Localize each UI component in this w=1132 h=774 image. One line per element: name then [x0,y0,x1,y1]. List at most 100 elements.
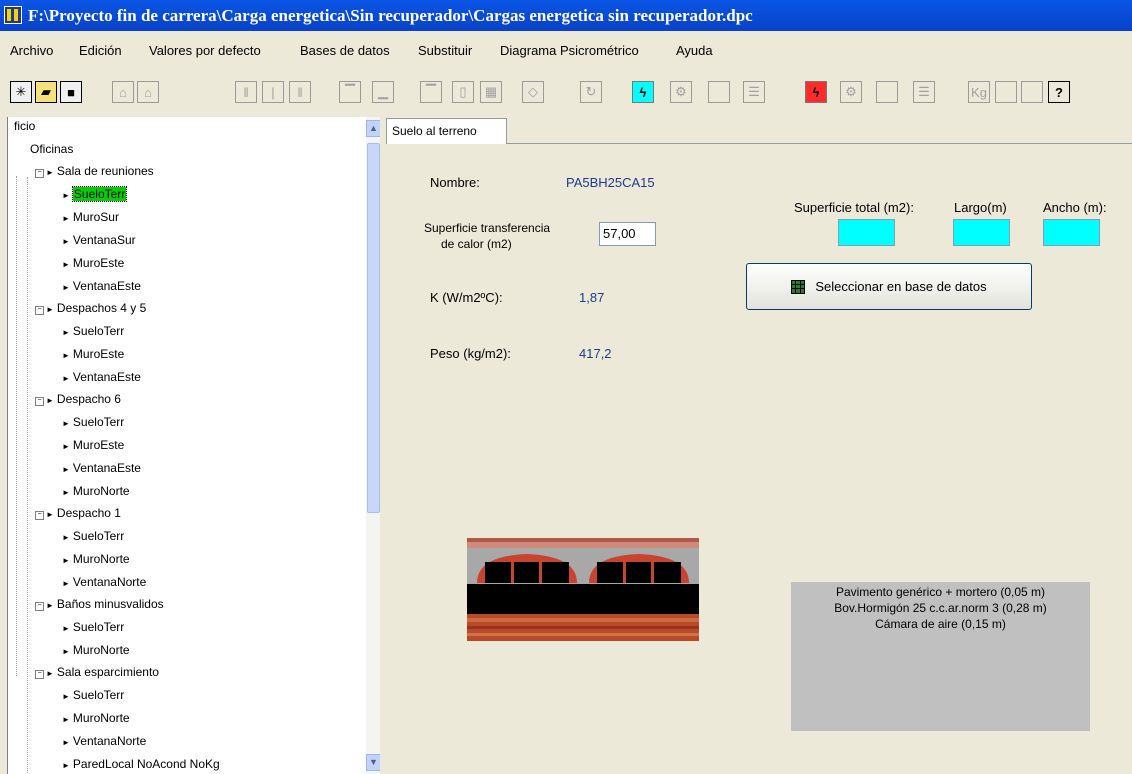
floor-icon[interactable]: ▁ [372,81,394,103]
window-title: F:\Proyecto fin de carrera\Carga energet… [28,6,753,25]
tab-suelo-al-terreno[interactable]: Suelo al terreno [386,118,507,144]
menu-substituir[interactable]: Substituir [418,43,472,58]
largo-input[interactable] [953,219,1010,246]
arrow-icon: ► [62,191,70,200]
blank-button[interactable] [708,81,730,103]
tree-item-suelo-terr[interactable]: ► SueloTerr [62,323,124,341]
superficie-total-input[interactable] [838,219,895,246]
report-2-icon[interactable]: ☰ [913,81,935,103]
collapse-icon[interactable]: − [35,306,44,315]
door-icon[interactable]: ▯ [452,81,474,103]
calc-gear-icon[interactable]: ⚙ [670,81,692,103]
arrow-icon: ► [62,374,70,383]
refresh-icon[interactable]: ↻ [580,81,602,103]
tree-item-muro-sur[interactable]: ► MuroSur [62,209,119,227]
menu-bar: Archivo Edición Valores por defecto Base… [0,31,1132,71]
tree-item-suelo-terr[interactable]: ► SueloTerr [62,619,124,637]
layers-description: Pavimento genérico + mortero (0,05 m) Bo… [791,582,1090,731]
kg-button[interactable]: Kg [968,81,990,103]
floor-section-image [467,538,699,641]
scroll-up-icon[interactable]: ▲ [366,120,380,137]
menu-bases-de-datos[interactable]: Bases de datos [300,43,390,58]
menu-diagrama-psicrometrico[interactable]: Diagrama Psicrométrico [500,43,639,58]
wall-double-icon[interactable]: ‖ [289,81,311,103]
select-database-button[interactable]: Seleccionar en base de datos [746,263,1032,310]
peso-label: Peso (kg/m2): [430,346,511,361]
superficie-label-units: de calor (m2) [441,237,512,251]
tree-item-sala-reuniones[interactable]: − ► Sala de reuniones [35,163,154,181]
superficie-input[interactable]: 57,00 [599,222,656,246]
tree-item-despacho-6[interactable]: − ► Despacho 6 [35,391,121,409]
tree-item-muro-este[interactable]: ► MuroEste [62,346,124,364]
collapse-icon[interactable]: − [35,397,44,406]
building-icon[interactable]: ⌂ [112,81,134,103]
scroll-thumb[interactable] [367,143,380,513]
tree-item-muro-norte[interactable]: ► MuroNorte [62,483,130,501]
wall-icon[interactable]: ‖ [235,81,257,103]
tree-item-muro-norte[interactable]: ► MuroNorte [62,551,130,569]
tree-item-suelo-terr[interactable]: ► SueloTerr [62,687,124,705]
blank-button-2[interactable] [876,81,898,103]
tree-item-suelo-terr[interactable]: ► SueloTerr [62,528,124,546]
roof-icon[interactable]: ▔ [339,81,361,103]
arrow-icon: ► [62,260,70,269]
superficie-total-label: Superficie total (m2): [794,200,914,215]
superficie-label: Superficie transferencia [424,221,551,235]
arrow-icon: ► [46,669,54,678]
menu-archivo[interactable]: Archivo [10,43,53,58]
collapse-icon[interactable]: − [35,169,44,178]
report-icon[interactable]: ☰ [743,81,765,103]
arrow-icon: ► [62,647,70,656]
tree-item-suelo-terr[interactable]: ► SueloTerr [62,414,124,432]
blank-button-4[interactable] [1021,81,1043,103]
tree-item-muro-norte[interactable]: ► MuroNorte [62,710,130,728]
tree-item-ventana-este[interactable]: ► VentanaEste [62,460,141,478]
peso-value: 417,2 [579,346,612,361]
tree-item-ventana-este[interactable]: ► VentanaEste [62,369,141,387]
ancho-input[interactable] [1043,219,1100,246]
diamond-icon[interactable]: ◇ [522,81,544,103]
tree-item-suelo-terr[interactable]: ► SueloTerr [62,186,128,204]
collapse-icon[interactable]: − [35,670,44,679]
column-icon[interactable]: | [262,81,284,103]
arrow-icon: ► [46,168,54,177]
house-icon[interactable]: ⌂ [137,81,159,103]
new-file-icon[interactable]: ✳ [10,81,32,103]
arrow-icon: ► [62,419,70,428]
arrow-icon: ► [62,328,70,337]
tree-item-oficinas[interactable]: Oficinas [30,141,73,157]
tree-item-muro-este[interactable]: ► MuroEste [62,255,124,273]
tree-scrollbar[interactable]: ▲ ▼ [366,117,380,774]
tree-item-ventana-este[interactable]: ► VentanaEste [62,278,141,296]
tree-item-banos-minusvalidos[interactable]: − ► Baños minusvalidos [35,596,164,614]
calc-bolt-icon[interactable]: ϟ [632,81,654,103]
tree-item-ventana-sur[interactable]: ► VentanaSur [62,232,136,250]
tree-item-ventana-norte[interactable]: ► VentanaNorte [62,574,146,592]
scroll-down-icon[interactable]: ▼ [366,754,380,771]
tree-item-despacho-1[interactable]: − ► Despacho 1 [35,505,121,523]
tab-divider [507,143,1132,144]
menu-valores-por-defecto[interactable]: Valores por defecto [149,43,261,58]
collapse-icon[interactable]: − [35,511,44,520]
tree-item-despachos-4-5[interactable]: − ► Despachos 4 y 5 [35,300,146,318]
tree-item-sala-esparcimiento[interactable]: − ► Sala esparcimiento [35,664,159,682]
calc-gear-2-icon[interactable]: ⚙ [840,81,862,103]
arrow-icon: ► [62,488,70,497]
help-icon[interactable]: ? [1048,81,1070,103]
save-icon[interactable]: ■ [60,81,82,103]
open-folder-icon[interactable]: ▰ [35,81,57,103]
toolbar: ✳ ▰ ■ ⌂ ⌂ ‖ | ‖ ▔ ▁ ▔ ▯ ▦ ◇ ↻ ϟ ⚙ ☰ ϟ ⚙ … [0,71,1132,117]
tree-item-edificio[interactable]: ficio [14,118,35,134]
window-icon[interactable]: ▦ [480,81,502,103]
menu-edicion[interactable]: Edición [79,43,122,58]
tree-item-muro-este[interactable]: ► MuroEste [62,437,124,455]
calc-bolt-red-icon[interactable]: ϟ [805,81,827,103]
arrow-icon: ► [62,351,70,360]
tree-item-pared-local[interactable]: ► ParedLocal NoAcond NoKg [62,756,220,774]
ceiling-icon[interactable]: ▔ [420,81,442,103]
menu-ayuda[interactable]: Ayuda [676,43,713,58]
tree-item-ventana-norte[interactable]: ► VentanaNorte [62,733,146,751]
collapse-icon[interactable]: − [35,602,44,611]
blank-button-3[interactable] [995,81,1017,103]
tree-item-muro-norte[interactable]: ► MuroNorte [62,642,130,660]
